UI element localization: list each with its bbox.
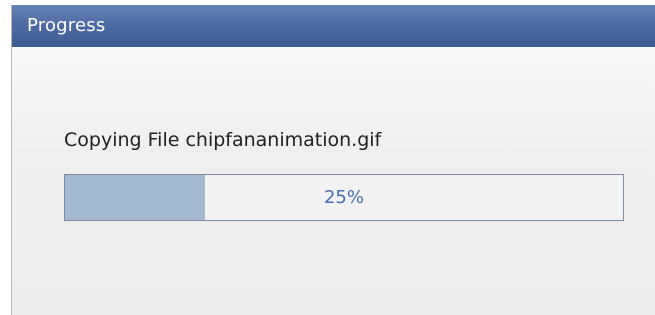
progress-bar: 25% <box>64 174 624 221</box>
dialog-content: Copying File chipfananimation.gif 25% <box>12 47 655 315</box>
copy-status-message: Copying File chipfananimation.gif <box>64 129 382 151</box>
dialog-titlebar[interactable]: Progress <box>12 5 655 47</box>
dialog-title: Progress <box>27 15 106 36</box>
progress-percent-label: 25% <box>323 187 364 208</box>
progress-dialog: Progress Copying File chipfananimation.g… <box>11 5 655 315</box>
